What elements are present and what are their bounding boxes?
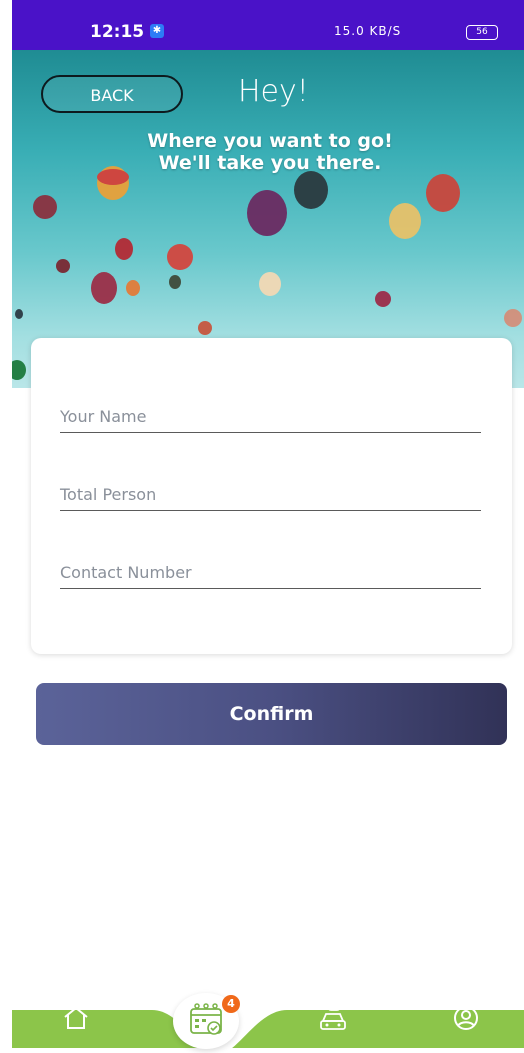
back-button[interactable]: BACK bbox=[41, 75, 183, 113]
contact-number-input[interactable]: Contact Number bbox=[60, 558, 481, 589]
home-icon[interactable] bbox=[62, 1004, 90, 1036]
car-icon[interactable] bbox=[318, 1001, 348, 1037]
tagline-line-1: Where you want to go! bbox=[147, 130, 393, 152]
profile-icon[interactable] bbox=[452, 1004, 480, 1036]
tagline: Where you want to go! We'll take you the… bbox=[100, 130, 440, 174]
confirm-button[interactable]: Confirm bbox=[36, 683, 507, 745]
name-input[interactable]: Your Name bbox=[60, 402, 481, 433]
battery-icon: 56 bbox=[466, 25, 498, 40]
booking-form-card: Your Name Total Person Contact Number bbox=[31, 338, 512, 654]
tagline-line-2: We'll take you there. bbox=[158, 152, 382, 174]
status-time: 12:15 bbox=[90, 22, 145, 42]
status-bar: 12:15 ✱ 15.0 KB/S 56 bbox=[12, 0, 524, 50]
bluetooth-icon: ✱ bbox=[150, 24, 164, 38]
greeting-title: Hey! bbox=[238, 74, 309, 109]
total-person-input[interactable]: Total Person bbox=[60, 480, 481, 511]
network-speed: 15.0 KB/S bbox=[334, 24, 402, 38]
calendar-badge: 4 bbox=[222, 995, 240, 1013]
